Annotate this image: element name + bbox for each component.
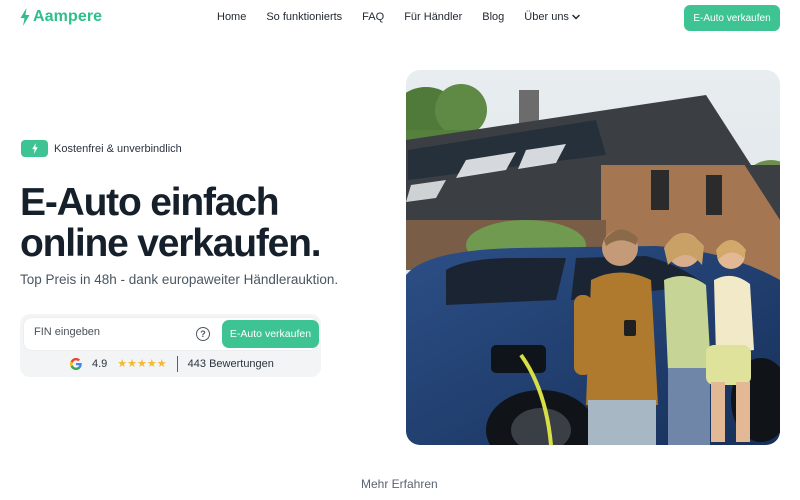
rating-divider: [176, 356, 178, 372]
chevron-down-icon: [572, 14, 580, 20]
headline-line-2: online verkaufen.: [20, 222, 322, 265]
reviews-count[interactable]: 443 Bewertungen: [188, 358, 274, 370]
google-g-icon: [70, 358, 82, 370]
top-navigation: Aampere Home So funktionierts FAQ Für Hä…: [0, 0, 800, 36]
star-icon: ★: [146, 357, 157, 370]
nav-dropdown-ueber-uns[interactable]: Über uns: [524, 11, 580, 23]
star-icon: ★: [127, 357, 138, 370]
nav-link-so-funktionierts[interactable]: So funktionierts: [266, 11, 342, 23]
hero-photo: [406, 70, 780, 445]
brand-name: Aampere: [33, 8, 103, 25]
headline-line-1: E-Auto einfach: [20, 181, 280, 224]
rating-value: 4.9: [92, 358, 108, 370]
star-icon: ★: [137, 357, 147, 370]
brand-logo[interactable]: Aampere: [20, 8, 102, 26]
hero-subline: Top Preis in 48h - dank europaweiter Hän…: [20, 272, 339, 287]
star-icon: ★: [117, 357, 128, 370]
lightning-bolt-icon: [20, 8, 30, 26]
nav-sell-ev-button[interactable]: E-Auto verkaufen: [684, 5, 780, 31]
lightning-bolt-icon: [21, 140, 48, 157]
question-circle-icon[interactable]: ?: [196, 327, 210, 341]
family-charging-electric-car-photo: [406, 70, 780, 445]
nav-link-home[interactable]: Home: [217, 11, 246, 23]
star-rating: ★ ★ ★ ★ ★: [117, 357, 167, 370]
nav-links: Home So funktionierts FAQ Für Händler Bl…: [217, 11, 580, 23]
star-icon: ★: [156, 357, 167, 370]
vin-search-card: ? E-Auto verkaufen 4.9 ★ ★ ★ ★ ★ 443 Bew…: [20, 314, 321, 377]
sell-ev-button[interactable]: E-Auto verkaufen: [222, 320, 319, 348]
hero-headline: E-Auto einfach online verkaufen.: [20, 181, 322, 265]
badge-text: Kostenfrei & unverbindlich: [54, 142, 182, 155]
learn-more-link[interactable]: Mehr Erfahren: [361, 477, 438, 491]
vin-input[interactable]: [34, 326, 194, 338]
vin-search-field: ? E-Auto verkaufen: [24, 318, 319, 350]
free-badge: Kostenfrei & unverbindlich: [21, 140, 182, 157]
nav-link-ueber-uns: Über uns: [524, 11, 569, 23]
nav-link-faq[interactable]: FAQ: [362, 11, 384, 23]
nav-link-fuer-haendler[interactable]: Für Händler: [404, 11, 462, 23]
google-rating[interactable]: 4.9 ★ ★ ★ ★ ★ 443 Bewertungen: [70, 356, 274, 372]
nav-link-blog[interactable]: Blog: [482, 11, 504, 23]
